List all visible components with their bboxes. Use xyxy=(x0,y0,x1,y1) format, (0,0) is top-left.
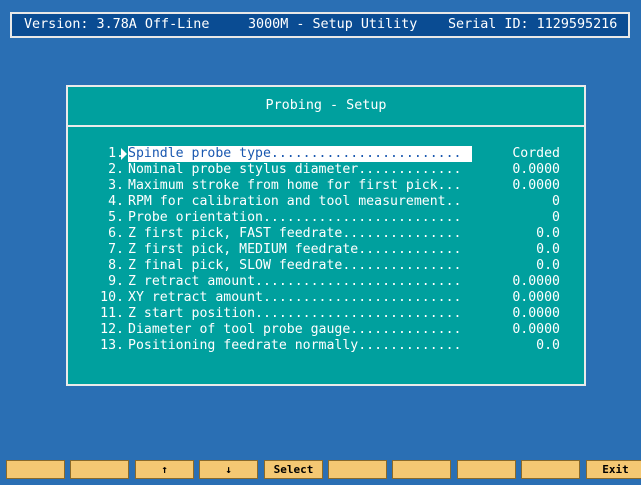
dialog-title: Probing - Setup xyxy=(265,98,387,113)
status-header: Version: 3.78A Off-Line 3000M - Setup Ut… xyxy=(10,12,630,38)
setting-value: 0 xyxy=(552,194,560,209)
softkey-blank-9[interactable] xyxy=(521,460,580,479)
softkey-blank-6[interactable] xyxy=(328,460,387,479)
setting-value: 0.0000 xyxy=(512,162,560,177)
setting-label: Probe orientation.......................… xyxy=(128,210,462,225)
setting-label: Z first pick, FAST feedrate.............… xyxy=(128,226,462,241)
selection-arrow-icon xyxy=(121,148,127,160)
settings-list: 1. Spindle probe type....................… xyxy=(68,146,584,354)
softkey-exit-button[interactable]: Exit xyxy=(586,460,641,479)
softkey-blank-8[interactable] xyxy=(457,460,516,479)
setup-utility-screen: Version: 3.78A Off-Line 3000M - Setup Ut… xyxy=(0,0,641,485)
probing-setup-dialog: Probing - Setup 1. Spindle probe type....… xyxy=(66,85,586,386)
setting-value: 0.0000 xyxy=(512,322,560,337)
softkey-down-arrow-button[interactable]: ↓ xyxy=(199,460,258,479)
setting-number: 7. xyxy=(108,242,124,257)
setting-label: XY retract amount.......................… xyxy=(128,290,462,305)
dialog-divider xyxy=(68,125,584,127)
setting-row[interactable]: 13. Positioning feedrate normally........… xyxy=(68,338,584,354)
setting-number: 4. xyxy=(108,194,124,209)
softkey-up-arrow-button[interactable]: ↑ xyxy=(135,460,194,479)
setting-number: 2. xyxy=(108,162,124,177)
setting-number: 8. xyxy=(108,258,124,273)
setting-number: 6. xyxy=(108,226,124,241)
setting-row[interactable]: 7. Z first pick, MEDIUM feedrate.........… xyxy=(68,242,584,258)
setting-value: 0.0 xyxy=(536,226,560,241)
setting-value: 0.0000 xyxy=(512,178,560,193)
setting-label: Z final pick, SLOW feedrate.............… xyxy=(128,258,462,273)
setting-label: Z retract amount........................… xyxy=(128,274,462,289)
setting-value: Corded xyxy=(512,146,560,161)
setting-label: Maximum stroke from home for first pick.… xyxy=(128,178,462,193)
setting-row[interactable]: 3. Maximum stroke from home for first pic… xyxy=(68,178,584,194)
setting-row[interactable]: 9. Z retract amount......................… xyxy=(68,274,584,290)
serial-id-label: Serial ID: 1129595216 xyxy=(448,17,618,32)
setting-label: RPM for calibration and tool measurement… xyxy=(128,194,462,209)
softkey-blank-7[interactable] xyxy=(392,460,451,479)
setting-number: 5. xyxy=(108,210,124,225)
setting-label: Spindle probe type......................… xyxy=(128,146,472,162)
setting-row[interactable]: 1. Spindle probe type....................… xyxy=(68,146,584,162)
setting-value: 0.0 xyxy=(536,258,560,273)
setting-value: 0.0000 xyxy=(512,274,560,289)
setting-label: Positioning feedrate normally...........… xyxy=(128,338,462,353)
setting-label: Z start position........................… xyxy=(128,306,462,321)
softkey-select-button[interactable]: Select xyxy=(264,460,323,479)
setting-label: Z first pick, MEDIUM feedrate...........… xyxy=(128,242,462,257)
setting-number: 11. xyxy=(100,306,124,321)
setting-row[interactable]: 8. Z final pick, SLOW feedrate...........… xyxy=(68,258,584,274)
setting-number: 3. xyxy=(108,178,124,193)
softkey-bar: ↑ ↓ Select Exit xyxy=(6,460,641,480)
version-label: Version: 3.78A Off-Line xyxy=(24,17,210,32)
setting-number: 10. xyxy=(100,290,124,305)
setting-value: 0.0 xyxy=(536,338,560,353)
setting-row[interactable]: 5. Probe orientation.....................… xyxy=(68,210,584,226)
setting-number: 12. xyxy=(100,322,124,337)
setting-value: 0.0000 xyxy=(512,306,560,321)
setting-row[interactable]: 10. XY retract amount....................… xyxy=(68,290,584,306)
setting-row[interactable]: 11. Z start position.....................… xyxy=(68,306,584,322)
softkey-blank-2[interactable] xyxy=(70,460,129,479)
setting-value: 0 xyxy=(552,210,560,225)
setting-row[interactable]: 6. Z first pick, FAST feedrate...........… xyxy=(68,226,584,242)
setting-value: 0.0000 xyxy=(512,290,560,305)
setting-label: Diameter of tool probe gauge............… xyxy=(128,322,462,337)
setting-row[interactable]: 12. Diameter of tool probe gauge.........… xyxy=(68,322,584,338)
setting-value: 0.0 xyxy=(536,242,560,257)
setting-label: Nominal probe stylus diameter...........… xyxy=(128,162,462,177)
setting-row[interactable]: 2. Nominal probe stylus diameter.........… xyxy=(68,162,584,178)
app-title: 3000M - Setup Utility xyxy=(248,17,418,32)
softkey-blank-1[interactable] xyxy=(6,460,65,479)
setting-number: 9. xyxy=(108,274,124,289)
setting-row[interactable]: 4. RPM for calibration and tool measureme… xyxy=(68,194,584,210)
setting-number: 13. xyxy=(100,338,124,353)
